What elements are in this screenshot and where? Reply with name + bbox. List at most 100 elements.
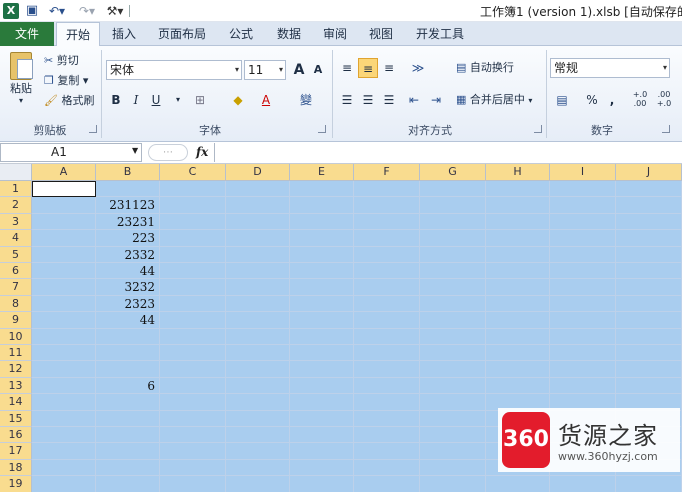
- cell-f11[interactable]: [354, 345, 420, 362]
- column-header-a[interactable]: A: [32, 164, 96, 181]
- select-all-corner[interactable]: [0, 164, 32, 181]
- cell-f5[interactable]: [354, 246, 420, 263]
- cell-f15[interactable]: [354, 410, 420, 427]
- cell-i19[interactable]: [550, 476, 616, 492]
- cell-a17[interactable]: [32, 443, 96, 460]
- save-icon[interactable]: ▣: [25, 3, 39, 19]
- increase-decimal-button[interactable]: +.0 .00: [630, 90, 650, 110]
- cell-a9[interactable]: [32, 312, 96, 329]
- cell-j9[interactable]: [616, 312, 682, 329]
- cell-f9[interactable]: [354, 312, 420, 329]
- cell-c12[interactable]: [160, 361, 226, 378]
- cell-j6[interactable]: [616, 263, 682, 280]
- cell-j8[interactable]: [616, 295, 682, 313]
- cell-b15[interactable]: [96, 410, 160, 427]
- cell-b5[interactable]: 2332: [96, 246, 160, 263]
- font-color-button[interactable]: A: [256, 90, 276, 110]
- cell-a10[interactable]: [32, 328, 96, 345]
- cell-g1[interactable]: [420, 181, 486, 198]
- cell-e18[interactable]: [290, 459, 354, 477]
- cell-c18[interactable]: [160, 459, 226, 477]
- cell-j19[interactable]: [616, 476, 682, 492]
- decrease-decimal-button[interactable]: .00 +.0: [654, 90, 674, 110]
- cell-f14[interactable]: [354, 394, 420, 411]
- undo-button[interactable]: ↶▾: [44, 3, 70, 19]
- cell-c15[interactable]: [160, 410, 226, 427]
- cell-e16[interactable]: [290, 427, 354, 444]
- cell-i2[interactable]: [550, 197, 616, 214]
- cell-e11[interactable]: [290, 345, 354, 362]
- cell-g11[interactable]: [420, 345, 486, 362]
- alignment-launcher-icon[interactable]: [534, 125, 542, 133]
- tab-file[interactable]: 文件: [0, 22, 54, 46]
- cell-e5[interactable]: [290, 246, 354, 263]
- cell-j1[interactable]: [616, 181, 682, 198]
- cell-g2[interactable]: [420, 197, 486, 214]
- row-header-16[interactable]: 16: [0, 427, 32, 444]
- cell-a19[interactable]: [32, 476, 96, 492]
- row-header-1[interactable]: 1: [0, 181, 32, 198]
- cell-c9[interactable]: [160, 312, 226, 329]
- cell-e12[interactable]: [290, 361, 354, 378]
- cell-d1[interactable]: [226, 181, 290, 198]
- column-header-e[interactable]: E: [290, 164, 354, 181]
- cell-h13[interactable]: [486, 377, 550, 395]
- cell-f2[interactable]: [354, 197, 420, 214]
- align-center-icon[interactable]: ☰: [358, 90, 378, 110]
- fill-color-icon[interactable]: ◆: [228, 90, 248, 110]
- cell-b9[interactable]: 44: [96, 312, 160, 329]
- cell-a1[interactable]: [32, 181, 96, 198]
- cut-button[interactable]: ✂ 剪切: [44, 52, 79, 70]
- cell-b1[interactable]: [96, 181, 160, 198]
- cell-i9[interactable]: [550, 312, 616, 329]
- cell-e2[interactable]: [290, 197, 354, 214]
- cell-f17[interactable]: [354, 443, 420, 460]
- cell-h4[interactable]: [486, 230, 550, 247]
- cell-d16[interactable]: [226, 427, 290, 444]
- cell-g19[interactable]: [420, 476, 486, 492]
- row-header-12[interactable]: 12: [0, 361, 32, 378]
- comma-button[interactable]: ,: [602, 90, 622, 110]
- row-header-17[interactable]: 17: [0, 443, 32, 460]
- column-header-f[interactable]: F: [354, 164, 420, 181]
- decrease-indent-icon[interactable]: ⇤: [404, 90, 424, 110]
- cell-f8[interactable]: [354, 295, 420, 313]
- tab-home[interactable]: 开始: [56, 22, 100, 47]
- cell-a14[interactable]: [32, 394, 96, 411]
- cell-b4[interactable]: 223: [96, 230, 160, 247]
- font-size-select[interactable]: 11 ▾: [244, 60, 286, 80]
- cell-j4[interactable]: [616, 230, 682, 247]
- cell-g4[interactable]: [420, 230, 486, 247]
- column-header-j[interactable]: J: [616, 164, 682, 181]
- cell-c10[interactable]: [160, 328, 226, 345]
- clipboard-launcher-icon[interactable]: [89, 125, 97, 133]
- formula-bar-handle[interactable]: ⋯: [148, 144, 188, 161]
- align-left-icon[interactable]: ☰: [337, 90, 357, 110]
- cell-c17[interactable]: [160, 443, 226, 460]
- cell-f7[interactable]: [354, 279, 420, 296]
- cell-j7[interactable]: [616, 279, 682, 296]
- row-header-5[interactable]: 5: [0, 246, 32, 263]
- cell-b2[interactable]: 231123: [96, 197, 160, 214]
- cell-a12[interactable]: [32, 361, 96, 378]
- cell-i10[interactable]: [550, 328, 616, 345]
- cell-j10[interactable]: [616, 328, 682, 345]
- cell-d6[interactable]: [226, 263, 290, 280]
- cell-i1[interactable]: [550, 181, 616, 198]
- cell-c7[interactable]: [160, 279, 226, 296]
- cell-d8[interactable]: [226, 295, 290, 313]
- cell-c2[interactable]: [160, 197, 226, 214]
- cell-c14[interactable]: [160, 394, 226, 411]
- cell-d19[interactable]: [226, 476, 290, 492]
- cell-h6[interactable]: [486, 263, 550, 280]
- row-header-13[interactable]: 13: [0, 377, 32, 395]
- number-format-select[interactable]: 常规 ▾: [550, 58, 670, 78]
- insert-function-button[interactable]: fx: [196, 144, 212, 161]
- align-right-icon[interactable]: ☰: [379, 90, 399, 110]
- align-bottom-icon[interactable]: ≡: [379, 58, 399, 78]
- cell-e17[interactable]: [290, 443, 354, 460]
- phonetic-button[interactable]: 變: [296, 90, 316, 110]
- cell-f18[interactable]: [354, 459, 420, 477]
- cell-g6[interactable]: [420, 263, 486, 280]
- tab-page-layout[interactable]: 页面布局: [152, 22, 212, 46]
